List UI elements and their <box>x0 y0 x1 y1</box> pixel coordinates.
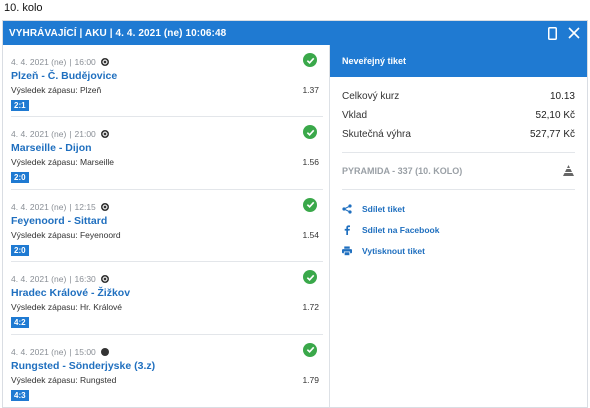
match-name-link[interactable]: Hradec Králové - Žižkov <box>11 287 323 299</box>
summary-value: 52,10 Kč <box>535 110 575 121</box>
summary-row-total-odds: Celkový kurz 10.13 <box>342 87 575 106</box>
match-result: Výsledek zápasu: Feyenoord <box>11 229 121 240</box>
header-actions <box>545 26 581 40</box>
match-name-link[interactable]: Rungsted - Sönderjyske (3.z) <box>11 360 323 372</box>
match-odds: 1.37 <box>302 85 319 95</box>
meta-separator: | <box>69 274 72 285</box>
share-icon <box>342 203 352 214</box>
summary-row-stake: Vklad 52,10 Kč <box>342 106 575 125</box>
match-date: 4. 4. 2021 (ne) <box>11 346 67 357</box>
print-icon <box>342 245 352 256</box>
match-name-link[interactable]: Feyenoord - Sittard <box>11 215 323 227</box>
facebook-icon <box>342 224 352 235</box>
match-date: 4. 4. 2021 (ne) <box>11 129 67 140</box>
ticket-summary-panel: Neveřejný tiket Celkový kurz 10.13 Vklad… <box>330 45 587 407</box>
score-badge: 2:0 <box>11 244 29 256</box>
summary-value: 527,77 Kč <box>529 129 575 140</box>
hockey-puck-icon <box>100 347 109 356</box>
meta-separator: | <box>69 346 72 357</box>
meta-separator: | <box>69 201 72 212</box>
football-icon <box>100 130 109 139</box>
match-time: 16:30 <box>74 274 96 285</box>
action-label: Sdílet na Facebook <box>362 224 440 235</box>
match-item: 4. 4. 2021 (ne) | 16:00 Plzeň - Č. Buděj… <box>11 45 323 118</box>
match-item: 4. 4. 2021 (ne) | 21:00 Marseille - Dijo… <box>11 117 323 190</box>
match-date: 4. 4. 2021 (ne) <box>11 57 67 67</box>
meta-separator: | <box>69 57 72 67</box>
match-time: 16:00 <box>74 57 96 67</box>
match-odds: 1.79 <box>302 374 319 385</box>
score-badge: 2:1 <box>11 100 29 111</box>
pyramid-label: PYRAMIDA - 337 (10. KOLO) <box>342 166 463 176</box>
match-result: Výsledek zápasu: Hr. Králové <box>11 302 123 313</box>
score-badge: 4:2 <box>11 317 29 329</box>
match-odds: 1.72 <box>302 302 319 313</box>
match-result: Výsledek zápasu: Marseille <box>11 157 114 168</box>
pyramid-row[interactable]: PYRAMIDA - 337 (10. KOLO) <box>342 152 575 190</box>
match-name-link[interactable]: Marseille - Dijon <box>11 142 323 154</box>
match-item: 4. 4. 2021 (ne) | 15:00 Rungsted - Sönde… <box>11 335 323 407</box>
ticket-header: VYHRÁVAJÍCÍ | AKU | 4. 4. 2021 (ne) 10:0… <box>3 21 587 45</box>
score-badge: 2:0 <box>11 172 29 184</box>
check-icon <box>303 53 317 67</box>
action-label: Sdílet tiket <box>362 203 405 214</box>
match-item: 4. 4. 2021 (ne) | 12:15 Feyenoord - Sitt… <box>11 190 323 263</box>
match-result: Výsledek zápasu: Plzeň <box>11 85 102 95</box>
meta-separator: | <box>69 129 72 140</box>
score-badge: 4:3 <box>11 389 29 401</box>
summary-row-actual-win: Skutečná výhra 527,77 Kč <box>342 125 575 144</box>
share-facebook-link[interactable]: Sdílet na Facebook <box>342 219 575 240</box>
summary-label: Skutečná výhra <box>342 129 411 140</box>
match-item: 4. 4. 2021 (ne) | 16:30 Hradec Králové -… <box>11 262 323 335</box>
summary-label: Celkový kurz <box>342 91 400 102</box>
private-ticket-label: Neveřejný tiket <box>342 56 407 66</box>
match-time: 21:00 <box>74 129 96 140</box>
check-icon <box>303 197 317 212</box>
print-ticket-link[interactable]: Vytisknout tiket <box>342 240 575 261</box>
match-list: 4. 4. 2021 (ne) | 16:00 Plzeň - Č. Buděj… <box>3 45 330 407</box>
ticket-title: VYHRÁVAJÍCÍ | AKU | 4. 4. 2021 (ne) 10:0… <box>9 27 227 39</box>
match-odds: 1.54 <box>302 229 319 240</box>
round-title: 10. kolo <box>4 2 43 14</box>
football-icon <box>100 58 109 66</box>
match-date: 4. 4. 2021 (ne) <box>11 274 67 285</box>
match-name-link[interactable]: Plzeň - Č. Budějovice <box>11 70 323 82</box>
summary-value: 10.13 <box>549 91 575 102</box>
match-result: Výsledek zápasu: Rungsted <box>11 374 117 385</box>
football-icon <box>100 275 109 284</box>
ticket-summary: Celkový kurz 10.13 Vklad 52,10 Kč Skuteč… <box>330 77 587 144</box>
ticket-actions: Sdílet tiket Sdílet na Facebook Vytiskno… <box>330 190 587 261</box>
check-icon <box>303 342 317 357</box>
pyramid-icon <box>562 164 575 178</box>
football-icon <box>100 202 109 211</box>
match-time: 15:00 <box>74 346 96 357</box>
action-label: Vytisknout tiket <box>362 245 425 256</box>
share-ticket-link[interactable]: Sdílet tiket <box>342 198 575 219</box>
match-time: 12:15 <box>74 201 96 212</box>
ticket-panel: VYHRÁVAJÍCÍ | AKU | 4. 4. 2021 (ne) 10:0… <box>2 20 588 408</box>
close-icon[interactable] <box>567 26 581 40</box>
match-date: 4. 4. 2021 (ne) <box>11 201 67 212</box>
private-ticket-bar: Neveřejný tiket <box>330 45 587 77</box>
match-odds: 1.56 <box>302 157 319 168</box>
mobile-view-icon[interactable] <box>545 26 559 40</box>
summary-label: Vklad <box>342 110 368 121</box>
